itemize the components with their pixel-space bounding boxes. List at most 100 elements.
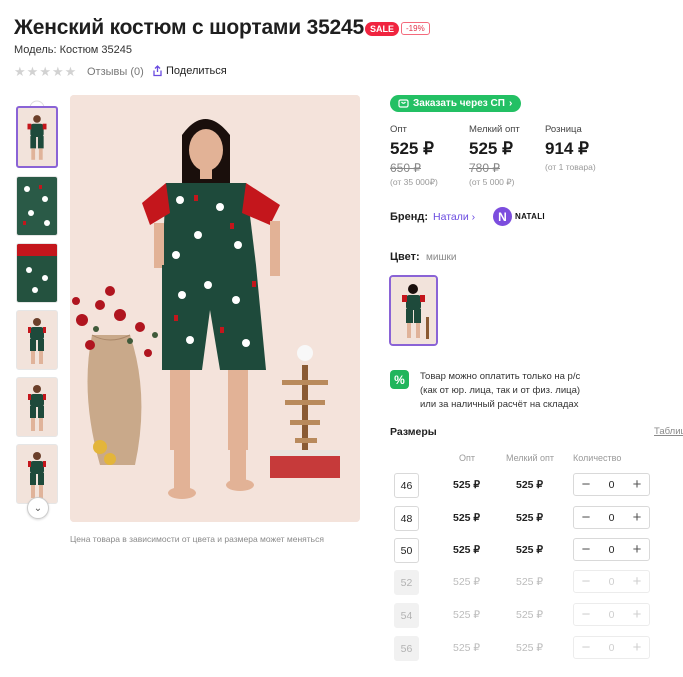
- quantity-stepper: − 0 +: [573, 636, 650, 659]
- quantity-stepper[interactable]: − 0 +: [573, 473, 650, 496]
- sale-badge: SALE: [365, 22, 400, 36]
- size-price-opt: 525 ₽: [453, 479, 481, 491]
- chevron-right-icon: ›: [471, 211, 476, 223]
- brand-logo-text: NATALI: [515, 212, 545, 221]
- order-sp-label: Заказать через СП: [413, 98, 505, 109]
- product-photo: [70, 95, 360, 522]
- plus-button[interactable]: +: [630, 510, 644, 525]
- thumbnail-1[interactable]: [16, 106, 58, 168]
- plus-button: +: [632, 606, 642, 623]
- quantity-value[interactable]: 0: [609, 512, 615, 524]
- thumbnail-6[interactable]: [16, 444, 58, 504]
- price-value: 525 ₽: [390, 139, 434, 158]
- quantity-value: 0: [608, 608, 615, 621]
- price-column-opt: Опт 525 ₽ 650 ₽ (от 35 000₽): [390, 124, 438, 188]
- quantity-value: 0: [608, 575, 615, 588]
- quantity-stepper: − 0 +: [573, 603, 650, 626]
- thumbnail-5[interactable]: [16, 377, 58, 437]
- order-sp-button[interactable]: Заказать через СП ›: [390, 95, 522, 112]
- thumbnail-4[interactable]: [16, 310, 58, 370]
- rating-stars[interactable]: ★ ★ ★ ★ ★: [14, 65, 76, 79]
- size-price-opt: 525 ₽: [453, 642, 481, 654]
- minus-button: −: [581, 606, 591, 623]
- price-label: Розница: [545, 124, 582, 135]
- thumbnail-3[interactable]: [16, 243, 58, 303]
- reviews-link[interactable]: Отзывы (0): [87, 66, 144, 78]
- size-price-small-opt: 525 ₽: [516, 609, 544, 621]
- payment-note: Товар можно оплатить только на р/с (как …: [420, 370, 610, 412]
- size-price-small-opt: 525 ₽: [516, 512, 544, 524]
- price-value: 914 ₽: [545, 139, 589, 158]
- quantity-stepper: − 0 +: [573, 570, 650, 593]
- col-header-qty: Количество: [573, 453, 622, 463]
- price-note: (от 35 000₽): [390, 177, 438, 187]
- star-icon: ★: [51, 64, 64, 79]
- size-price-small-opt: 525 ₽: [516, 642, 544, 654]
- brand-logo[interactable]: N NATALI: [493, 207, 545, 226]
- size-46[interactable]: 46: [394, 473, 419, 498]
- percent-icon: %: [390, 370, 409, 389]
- col-header-opt: Опт: [459, 453, 475, 463]
- plus-button[interactable]: +: [630, 477, 644, 492]
- main-product-image[interactable]: [70, 95, 360, 522]
- price-caption: Цена товара в зависимости от цвета и раз…: [70, 534, 324, 544]
- sizes-title: Размеры: [390, 426, 437, 438]
- price-old: 780 ₽: [469, 161, 500, 175]
- minus-button[interactable]: −: [579, 542, 593, 557]
- plus-button[interactable]: +: [630, 542, 644, 557]
- price-label: Мелкий опт: [469, 124, 520, 135]
- color-swatch-mishki[interactable]: [389, 275, 438, 346]
- minus-button: −: [581, 573, 591, 590]
- star-icon: ★: [14, 64, 26, 79]
- chevron-right-icon: ›: [508, 98, 513, 109]
- chevron-down-icon: ⌄: [33, 502, 43, 514]
- price-old: 650 ₽: [390, 161, 421, 175]
- size-price-opt: 525 ₽: [453, 609, 481, 621]
- col-header-small-opt: Мелкий опт: [506, 453, 555, 463]
- thumbnail-2[interactable]: [16, 176, 58, 236]
- price-label: Опт: [390, 124, 407, 135]
- minus-button[interactable]: −: [579, 477, 593, 492]
- plus-button: +: [632, 639, 642, 656]
- payment-note-line: Товар можно оплатить только на р/с: [420, 371, 581, 382]
- size-50[interactable]: 50: [394, 538, 419, 563]
- quantity-value[interactable]: 0: [609, 479, 615, 491]
- star-icon: ★: [64, 64, 77, 79]
- size-price-opt: 525 ₽: [453, 512, 481, 524]
- price-value: 525 ₽: [469, 139, 513, 158]
- size-54: 54: [394, 603, 419, 628]
- share-icon: [153, 65, 162, 77]
- share-label: Поделиться: [166, 65, 227, 77]
- minus-button: −: [581, 639, 591, 656]
- price-column-small-opt: Мелкий опт 525 ₽ 780 ₽ (от 5 000 ₽): [469, 124, 520, 188]
- size-52: 52: [394, 570, 419, 595]
- quantity-stepper[interactable]: − 0 +: [573, 538, 650, 561]
- thumbs-down-button[interactable]: ⌄: [27, 497, 49, 519]
- size-table-link[interactable]: Таблица: [654, 426, 683, 437]
- size-price-small-opt: 525 ₽: [516, 544, 544, 556]
- price-note: (от 1 товара): [545, 162, 596, 172]
- color-value: мишки: [426, 252, 457, 263]
- thumbs-up-arrow[interactable]: [27, 95, 47, 109]
- quantity-stepper[interactable]: − 0 +: [573, 506, 650, 529]
- price-column-retail: Розница 914 ₽ (от 1 товара): [545, 124, 596, 172]
- product-title: Женский костюм с шортами 35245: [14, 16, 364, 39]
- discount-badge: -19%: [401, 22, 430, 35]
- payment-note-line: (как от юр. лица, так и от физ. лица): [420, 385, 581, 396]
- plus-button: +: [632, 573, 642, 590]
- model-label: Модель: Костюм 35245: [14, 44, 132, 56]
- brand-name: Натали: [433, 211, 469, 223]
- brand-link[interactable]: Натали ›: [433, 211, 475, 223]
- size-56: 56: [394, 636, 419, 661]
- size-price-small-opt: 525 ₽: [516, 479, 544, 491]
- size-price-small-opt: 525 ₽: [516, 576, 544, 588]
- quantity-value[interactable]: 0: [609, 544, 615, 556]
- quantity-value: 0: [608, 641, 615, 654]
- minus-button[interactable]: −: [579, 510, 593, 525]
- star-icon: ★: [26, 64, 39, 79]
- share-button[interactable]: Поделиться: [152, 65, 227, 77]
- brand-logo-mark: N: [493, 207, 512, 226]
- size-price-opt: 525 ₽: [453, 544, 481, 556]
- cart-icon: [398, 99, 409, 108]
- size-48[interactable]: 48: [394, 506, 419, 531]
